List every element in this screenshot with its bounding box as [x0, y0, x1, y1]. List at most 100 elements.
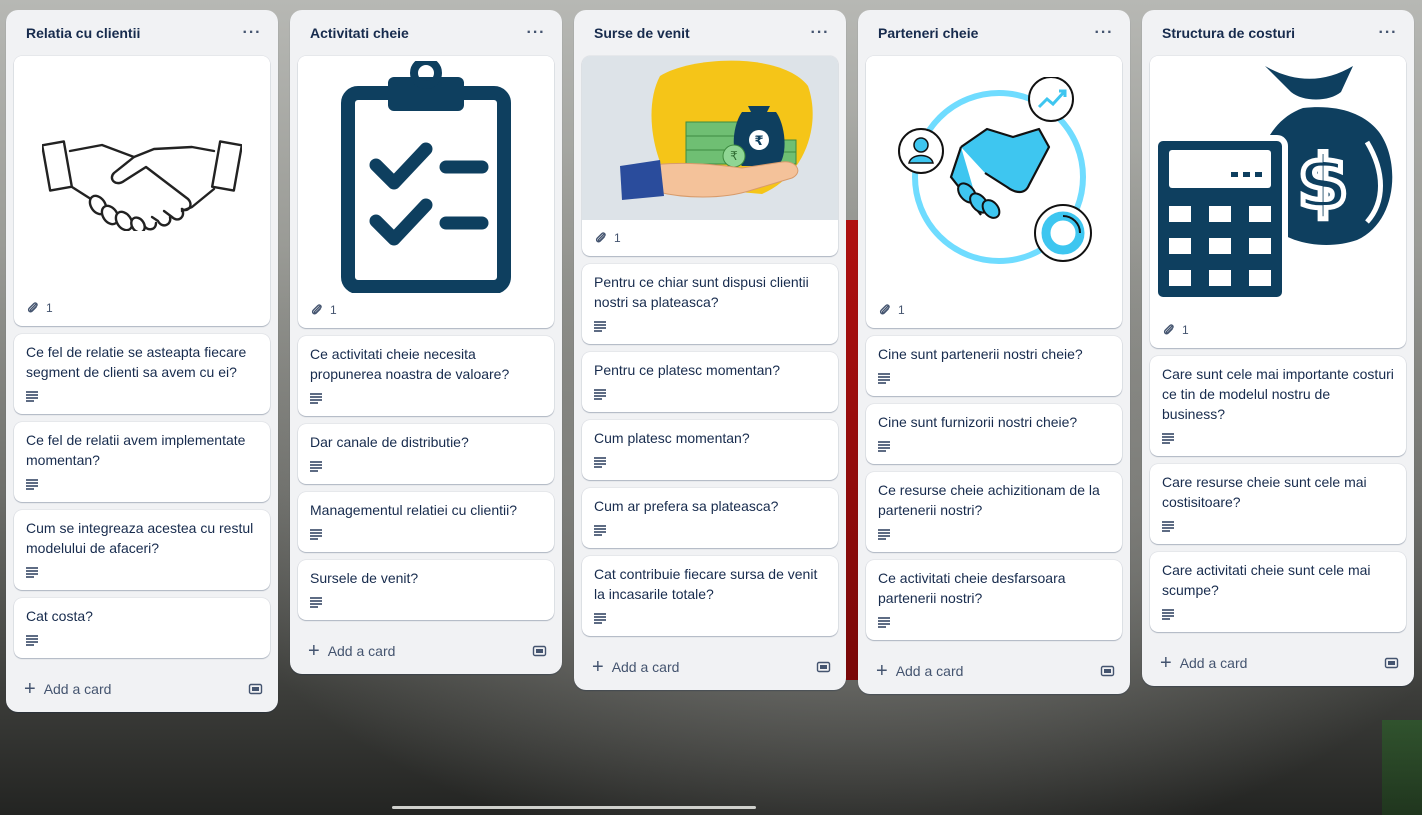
- card-template-icon[interactable]: [816, 659, 832, 675]
- paperclip-icon: [879, 304, 890, 315]
- attachment-badge: 1: [1162, 323, 1189, 337]
- add-card-button[interactable]: + Add a card: [592, 656, 679, 678]
- card[interactable]: Ce activitati cheie desfarsoara partener…: [866, 560, 1122, 640]
- plus-icon: +: [1160, 652, 1172, 674]
- card[interactable]: Cum platesc momentan?: [582, 420, 838, 480]
- card[interactable]: Dar canale de distributie?: [298, 424, 554, 484]
- list-menu-icon[interactable]: ···: [238, 25, 266, 41]
- attachment-badge: 1: [878, 303, 905, 317]
- description-icon: [878, 529, 890, 540]
- list-title[interactable]: Surse de venit: [594, 25, 690, 41]
- description-icon: [594, 525, 606, 536]
- list-title[interactable]: Activitati cheie: [310, 25, 409, 41]
- description-icon: [594, 321, 606, 332]
- add-card-button[interactable]: + Add a card: [876, 661, 963, 681]
- cover-card[interactable]: $ 1: [1150, 56, 1406, 348]
- plus-icon: +: [24, 678, 36, 700]
- card-template-icon[interactable]: [532, 643, 548, 659]
- paperclip-icon: [1163, 324, 1174, 335]
- cover-card[interactable]: ₹ ₹ 1: [582, 56, 838, 256]
- list-header: Relatia cu clientii ···: [14, 10, 270, 56]
- card[interactable]: Cum ar prefera sa plateasca?: [582, 488, 838, 548]
- card[interactable]: Ce fel de relatii avem implementate mome…: [14, 422, 270, 502]
- card-badges: 1: [298, 298, 554, 328]
- list-relatia-cu-clientii: Relatia cu clientii ··· 1 Ce fel de rela…: [6, 10, 278, 712]
- card[interactable]: Ce fel de relatie se asteapta fiecare se…: [14, 334, 270, 414]
- plus-icon: +: [592, 656, 604, 678]
- description-icon: [310, 597, 322, 608]
- description-icon: [594, 457, 606, 468]
- list-header: Activitati cheie ···: [298, 10, 554, 56]
- list-parteneri-cheie: Parteneri cheie ··· 1 Cine sunt partener…: [858, 10, 1130, 694]
- description-icon: [1162, 609, 1174, 620]
- card-title: Cum ar prefera sa plateasca?: [594, 498, 779, 514]
- description-icon: [594, 389, 606, 400]
- card[interactable]: Cine sunt furnizorii nostri cheie?: [866, 404, 1122, 464]
- list-footer: + Add a card: [14, 666, 270, 712]
- paperclip-icon: [27, 302, 38, 313]
- card-title: Cum se integreaza acestea cu restul mode…: [26, 520, 254, 556]
- horizontal-scrollbar[interactable]: [392, 806, 756, 809]
- card-template-icon[interactable]: [1100, 663, 1116, 679]
- card-title: Cat contribuie fiecare sursa de venit la…: [594, 566, 818, 602]
- card[interactable]: Pentru ce chiar sunt dispusi clientii no…: [582, 264, 838, 344]
- description-icon: [26, 635, 38, 646]
- attachment-count: 1: [46, 301, 53, 315]
- add-card-button[interactable]: + Add a card: [24, 678, 111, 700]
- plus-icon: +: [308, 640, 320, 662]
- list-menu-icon[interactable]: ···: [806, 25, 834, 41]
- cover-card[interactable]: 1: [298, 56, 554, 328]
- list-menu-icon[interactable]: ···: [1374, 25, 1402, 41]
- description-icon: [26, 567, 38, 578]
- list-menu-icon[interactable]: ···: [1090, 25, 1118, 41]
- list-footer: + Add a card: [1150, 640, 1406, 686]
- add-card-button[interactable]: + Add a card: [1160, 652, 1247, 674]
- card[interactable]: Sursele de venit?: [298, 560, 554, 620]
- list-title[interactable]: Structura de costuri: [1162, 25, 1295, 41]
- list-title[interactable]: Parteneri cheie: [878, 25, 978, 41]
- list-surse-de-venit: Surse de venit ··· ₹ ₹ 1 Pentru ce chiar…: [574, 10, 846, 690]
- card[interactable]: Cat contribuie fiecare sursa de venit la…: [582, 556, 838, 636]
- cover-card[interactable]: 1: [866, 56, 1122, 328]
- card-title: Care resurse cheie sunt cele mai costisi…: [1162, 474, 1367, 510]
- card[interactable]: Managementul relatiei cu clientii?: [298, 492, 554, 552]
- card-template-icon[interactable]: [1384, 655, 1400, 671]
- list-footer: + Add a card: [298, 628, 554, 674]
- card-template-icon[interactable]: [248, 681, 264, 697]
- card[interactable]: Pentru ce platesc momentan?: [582, 352, 838, 412]
- description-icon: [310, 393, 322, 404]
- attachment-badge: 1: [594, 231, 621, 245]
- list-title[interactable]: Relatia cu clientii: [26, 25, 140, 41]
- paperclip-icon: [595, 232, 606, 243]
- cover-card[interactable]: 1: [14, 56, 270, 326]
- card[interactable]: Cat costa?: [14, 598, 270, 658]
- card-title: Managementul relatiei cu clientii?: [310, 502, 517, 518]
- card[interactable]: Ce resurse cheie achizitionam de la part…: [866, 472, 1122, 552]
- clipboard-checklist-illustration: [298, 56, 554, 298]
- card-title: Ce resurse cheie achizitionam de la part…: [878, 482, 1100, 518]
- add-card-button[interactable]: + Add a card: [308, 640, 395, 662]
- description-icon: [878, 373, 890, 384]
- list-header: Surse de venit ···: [582, 10, 838, 56]
- attachment-badge: 1: [26, 301, 53, 315]
- list-header: Parteneri cheie ···: [866, 10, 1122, 56]
- handshake-illustration: [14, 56, 270, 296]
- paperclip-icon: [311, 304, 322, 315]
- list-activitati-cheie: Activitati cheie ··· 1 Ce activitati che…: [290, 10, 562, 674]
- card[interactable]: Ce activitati cheie necesita propunerea …: [298, 336, 554, 416]
- card[interactable]: Care resurse cheie sunt cele mai costisi…: [1150, 464, 1406, 544]
- list-structura-de-costuri: Structura de costuri ··· $ 1 Care sunt c…: [1142, 10, 1414, 686]
- card-title: Cum platesc momentan?: [594, 430, 750, 446]
- card[interactable]: Care activitati cheie sunt cele mai scum…: [1150, 552, 1406, 632]
- card-title: Ce activitati cheie necesita propunerea …: [310, 346, 510, 382]
- description-icon: [26, 479, 38, 490]
- card[interactable]: Care sunt cele mai importante costuri ce…: [1150, 356, 1406, 456]
- card[interactable]: Cine sunt partenerii nostri cheie?: [866, 336, 1122, 396]
- list-footer: + Add a card: [866, 648, 1122, 694]
- attachment-badge: 1: [310, 303, 337, 317]
- card-title: Ce activitati cheie desfarsoara partener…: [878, 570, 1066, 606]
- card[interactable]: Cum se integreaza acestea cu restul mode…: [14, 510, 270, 590]
- list-menu-icon[interactable]: ···: [522, 25, 550, 41]
- card-badges: 1: [1150, 318, 1406, 348]
- description-icon: [1162, 433, 1174, 444]
